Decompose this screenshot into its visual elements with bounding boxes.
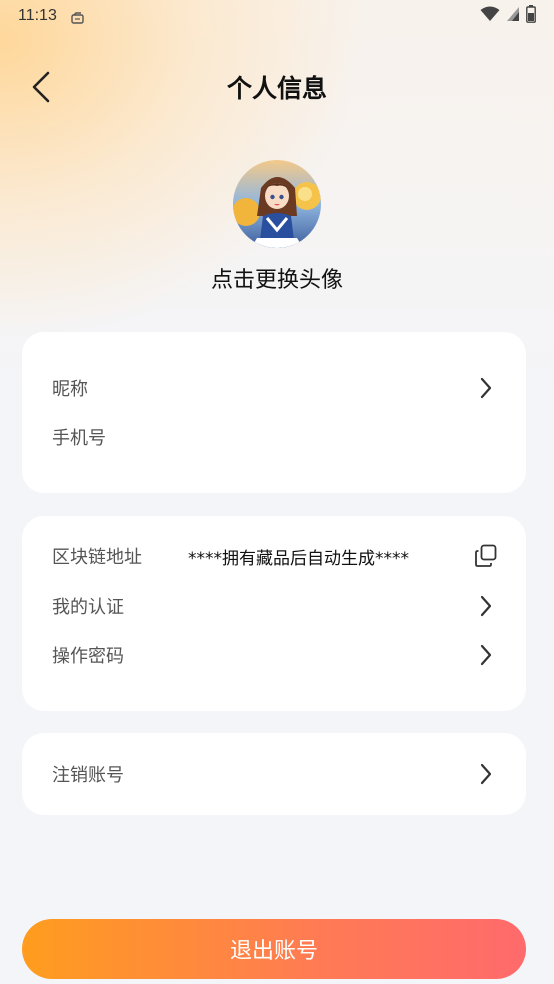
avatar[interactable] [233, 160, 321, 248]
security-card: 区块链地址 ****拥有藏品后自动生成**** 我的认证 操作密码 [22, 516, 526, 711]
chevron-right-icon [474, 594, 498, 618]
status-icons [480, 5, 536, 27]
operation-password-label: 操作密码 [52, 646, 124, 667]
cancel-account-label: 注销账号 [52, 765, 124, 786]
chevron-left-icon [32, 71, 50, 103]
blockchain-address-label: 区块链地址 [52, 547, 142, 568]
avatar-image [233, 160, 321, 248]
page-title: 个人信息 [226, 74, 327, 103]
blockchain-address-row: 区块链地址 ****拥有藏品后自动生成**** [22, 534, 526, 578]
chevron-right-icon [474, 643, 498, 667]
blockchain-address-value: ****拥有藏品后自动生成**** [188, 548, 409, 569]
my-verification-label: 我的认证 [52, 597, 124, 618]
status-bar: 11:13 [0, 0, 554, 32]
notification-icon [71, 10, 85, 24]
operation-password-row[interactable]: 操作密码 [22, 633, 526, 677]
back-button[interactable] [24, 70, 58, 104]
cancel-account-row[interactable]: 注销账号 [22, 752, 526, 796]
chevron-right-icon [474, 376, 498, 400]
nickname-label: 昵称 [52, 379, 88, 400]
wifi-icon [480, 6, 500, 26]
my-verification-row[interactable]: 我的认证 [22, 584, 526, 628]
status-time: 11:13 [18, 7, 57, 24]
battery-icon [526, 5, 536, 27]
nickname-row[interactable]: 昵称 [22, 366, 526, 410]
copy-icon[interactable] [474, 544, 498, 568]
account-card: 注销账号 [22, 733, 526, 815]
basic-info-card: 昵称 手机号 [22, 332, 526, 493]
logout-button[interactable]: 退出账号 [22, 919, 526, 979]
chevron-right-icon [474, 762, 498, 786]
page-header: 个人信息 [0, 56, 554, 118]
change-avatar-link[interactable]: 点击更换头像 [0, 262, 554, 294]
signal-icon [506, 6, 520, 26]
phone-row[interactable]: 手机号 [22, 415, 526, 459]
phone-label: 手机号 [52, 428, 106, 449]
